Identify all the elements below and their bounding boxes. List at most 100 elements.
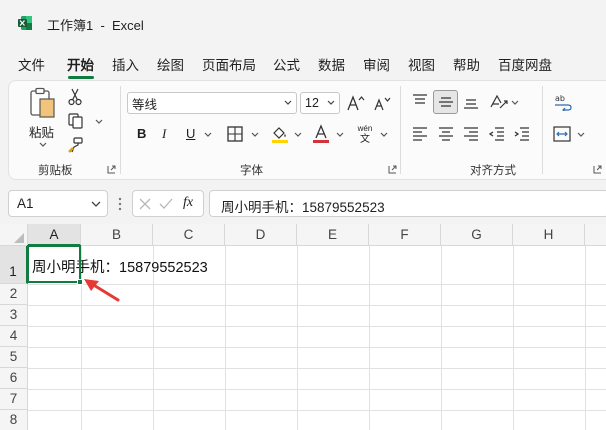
title-bar: 工作簿1 - Excel: [0, 0, 606, 44]
group-divider: [120, 86, 121, 174]
align-top-icon[interactable]: [412, 94, 428, 108]
format-painter-icon[interactable]: [68, 137, 84, 153]
align-middle-icon: [439, 97, 453, 107]
gridline: [28, 305, 606, 306]
merge-center-icon[interactable]: [553, 126, 571, 142]
phonetic-dropdown-icon[interactable]: [380, 132, 388, 138]
paste-button[interactable]: [27, 86, 59, 122]
font-launcher-icon[interactable]: [388, 165, 397, 174]
row-header-5[interactable]: 5: [0, 347, 28, 368]
gridline: [28, 347, 606, 348]
phonetic-guide-char: 文: [360, 134, 370, 145]
increase-font-size-icon[interactable]: [347, 94, 365, 112]
column-header-a[interactable]: A: [28, 224, 81, 246]
ribbon-tabs: 文件 开始 插入 绘图 页面布局 公式 数据 审阅 视图 帮助 百度网盘: [0, 50, 606, 78]
underline-dropdown-icon[interactable]: [204, 132, 212, 138]
row-header-7[interactable]: 7: [0, 389, 28, 410]
tab-data[interactable]: 数据: [318, 54, 345, 74]
gridline: [297, 246, 298, 430]
column-header-f[interactable]: F: [369, 224, 441, 246]
cancel-entry-icon[interactable]: [139, 198, 151, 210]
gridline: [28, 368, 606, 369]
tab-file[interactable]: 文件: [18, 54, 45, 74]
copy-icon[interactable]: [68, 113, 84, 129]
font-size-select[interactable]: 12: [300, 92, 340, 114]
tab-formulas[interactable]: 公式: [273, 54, 300, 74]
group-divider: [400, 86, 401, 174]
font-color-icon[interactable]: [312, 124, 330, 144]
font-name-select[interactable]: 等线: [127, 92, 297, 114]
gridline: [441, 246, 442, 430]
tab-review[interactable]: 审阅: [363, 54, 390, 74]
column-header-g[interactable]: G: [441, 224, 513, 246]
decrease-indent-icon[interactable]: [489, 127, 505, 141]
name-box[interactable]: A1: [8, 190, 108, 217]
tab-view[interactable]: 视图: [408, 54, 435, 74]
borders-icon[interactable]: [227, 126, 243, 142]
tab-help[interactable]: 帮助: [453, 54, 480, 74]
merge-dropdown-icon[interactable]: [577, 132, 585, 138]
orientation-dropdown-icon[interactable]: [511, 100, 519, 106]
window-title: 工作簿1 - Excel: [47, 18, 144, 33]
borders-dropdown-icon[interactable]: [251, 132, 259, 138]
more-options-icon[interactable]: [118, 197, 122, 211]
tab-insert[interactable]: 插入: [112, 54, 139, 74]
cut-icon[interactable]: [68, 88, 82, 106]
gridline: [28, 389, 606, 390]
text-orientation-icon[interactable]: [489, 93, 509, 111]
align-middle-button[interactable]: [433, 90, 458, 114]
align-center-icon[interactable]: [438, 127, 454, 141]
excel-window: 工作簿1 - Excel 文件 开始 插入 绘图 页面布局 公式 数据 审阅 视…: [0, 0, 606, 430]
column-header-e[interactable]: E: [297, 224, 369, 246]
tab-home[interactable]: 开始: [67, 54, 94, 74]
row-header-2[interactable]: 2: [0, 284, 28, 305]
row-header-4[interactable]: 4: [0, 326, 28, 347]
tab-draw[interactable]: 绘图: [157, 54, 184, 74]
formula-actions: fx: [132, 190, 204, 217]
fill-color-icon[interactable]: [271, 124, 289, 144]
row-header-3[interactable]: 3: [0, 305, 28, 326]
wrap-text-icon[interactable]: ab: [554, 93, 572, 111]
paste-icon: [30, 87, 55, 118]
increase-indent-icon[interactable]: [514, 127, 530, 141]
phonetic-guide-button[interactable]: wén 文: [354, 124, 376, 146]
bold-button[interactable]: B: [137, 126, 146, 141]
insert-function-button[interactable]: fx: [183, 195, 193, 211]
row-header-8[interactable]: 8: [0, 410, 28, 430]
gridline: [28, 410, 606, 411]
confirm-entry-icon[interactable]: [159, 198, 173, 210]
row-header-1[interactable]: 1: [0, 246, 28, 284]
column-header-b[interactable]: B: [81, 224, 153, 246]
column-header-c[interactable]: C: [153, 224, 225, 246]
align-right-icon[interactable]: [463, 127, 479, 141]
paste-dropdown-icon[interactable]: [39, 142, 47, 148]
gridline: [28, 326, 606, 327]
tab-baidu-netdisk[interactable]: 百度网盘: [498, 54, 552, 74]
gridline: [225, 246, 226, 430]
worksheet-grid[interactable]: [0, 224, 606, 430]
alignment-group-label: 对齐方式: [470, 165, 516, 177]
fill-color-dropdown-icon[interactable]: [294, 132, 302, 138]
select-all-icon: [14, 233, 24, 243]
clipboard-launcher-icon[interactable]: [107, 165, 116, 174]
italic-button[interactable]: I: [162, 126, 166, 142]
underline-button[interactable]: U: [186, 126, 195, 141]
chevron-down-icon: [327, 100, 335, 105]
alignment-launcher-icon[interactable]: [593, 165, 602, 174]
select-all-corner[interactable]: [0, 224, 28, 246]
align-left-icon[interactable]: [412, 127, 428, 141]
chevron-down-icon: [91, 201, 101, 207]
column-header-d[interactable]: D: [225, 224, 297, 246]
column-header-partial[interactable]: [585, 224, 606, 246]
copy-dropdown-icon[interactable]: [95, 119, 103, 125]
decrease-font-size-icon[interactable]: [373, 95, 391, 112]
excel-logo-icon: [18, 16, 32, 30]
gridline: [369, 246, 370, 430]
font-color-dropdown-icon[interactable]: [336, 132, 344, 138]
gridline: [585, 246, 586, 430]
align-bottom-icon[interactable]: [463, 96, 479, 110]
tab-page-layout[interactable]: 页面布局: [202, 54, 256, 74]
column-header-h[interactable]: H: [513, 224, 585, 246]
formula-input[interactable]: 周小明手机：15879552523: [209, 190, 606, 217]
row-header-6[interactable]: 6: [0, 368, 28, 389]
